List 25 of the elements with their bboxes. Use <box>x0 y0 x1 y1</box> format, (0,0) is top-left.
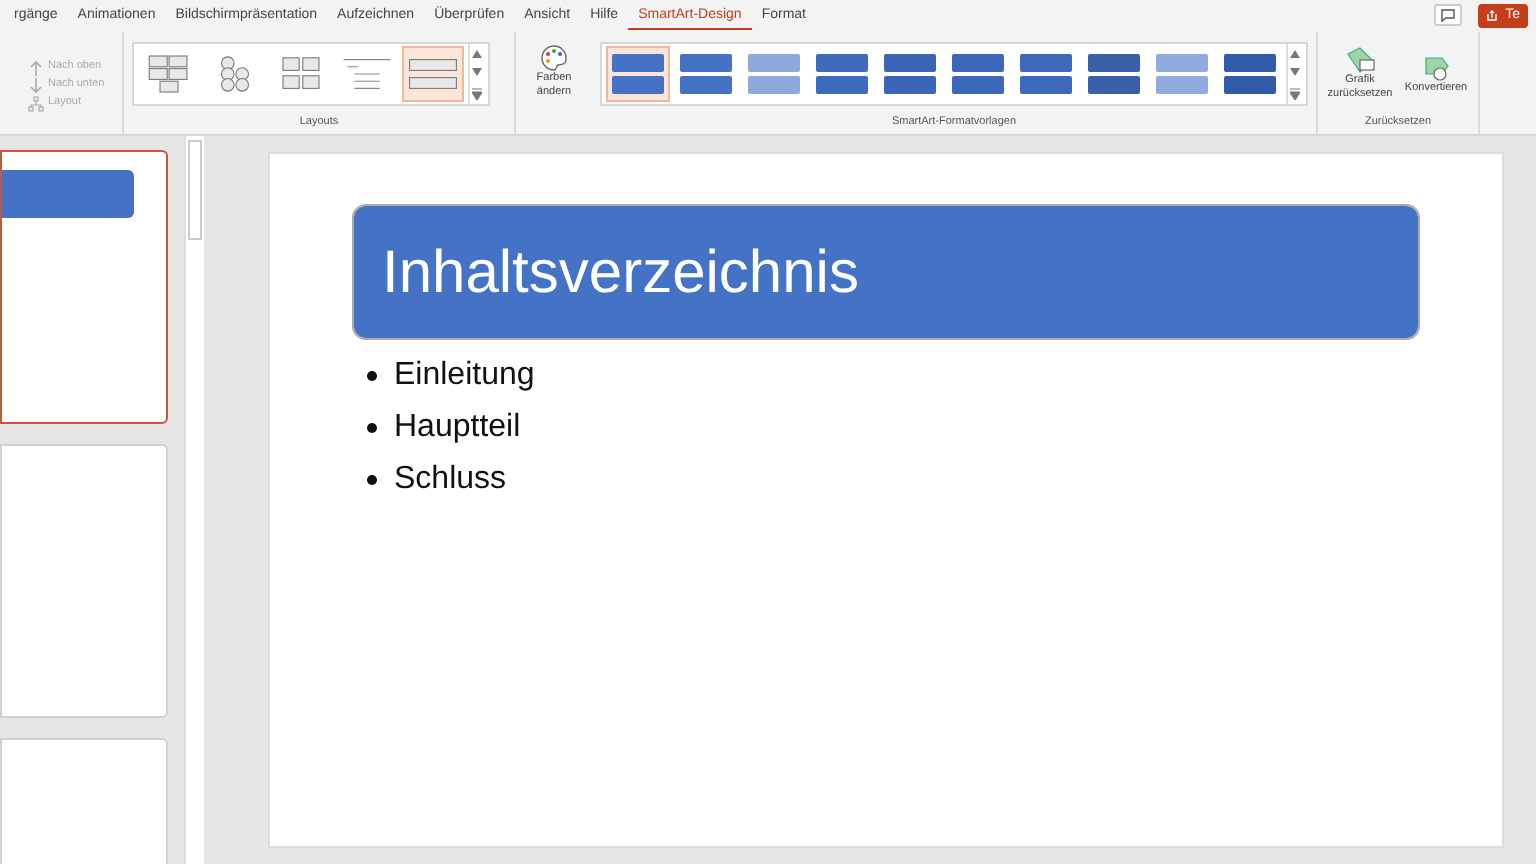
scroll-up-icon[interactable] <box>1290 50 1300 59</box>
expand-icon[interactable] <box>1290 87 1300 100</box>
bullet-icon <box>366 421 378 434</box>
bullet-item: Einleitung <box>366 350 1418 402</box>
bullet-item: Schluss <box>366 454 1418 506</box>
convert-icon <box>1420 53 1452 82</box>
bullet-icon <box>366 473 378 486</box>
palette-icon <box>540 44 568 72</box>
scrollbar[interactable] <box>184 136 204 864</box>
scroll-up-icon[interactable] <box>472 50 482 59</box>
bullet-icon <box>366 369 378 382</box>
scroll-down-icon[interactable] <box>1290 68 1300 77</box>
layouts-thumbnail[interactable] <box>402 46 464 103</box>
share-icon <box>1485 10 1498 22</box>
expand-icon[interactable] <box>472 87 482 100</box>
up-icon <box>28 59 44 75</box>
scroll-down-icon[interactable] <box>472 68 482 77</box>
slide-thumbnail[interactable] <box>0 150 168 424</box>
reset-graphic-icon <box>1344 46 1376 75</box>
thumbnail-title-bar <box>2 170 134 218</box>
comment-icon[interactable] <box>1433 4 1462 28</box>
layout-icon <box>28 95 44 111</box>
down-icon <box>28 77 44 93</box>
bullet-item: Hauptteil <box>366 402 1418 454</box>
slide-title: Inhaltsverzeichnis <box>382 237 859 309</box>
